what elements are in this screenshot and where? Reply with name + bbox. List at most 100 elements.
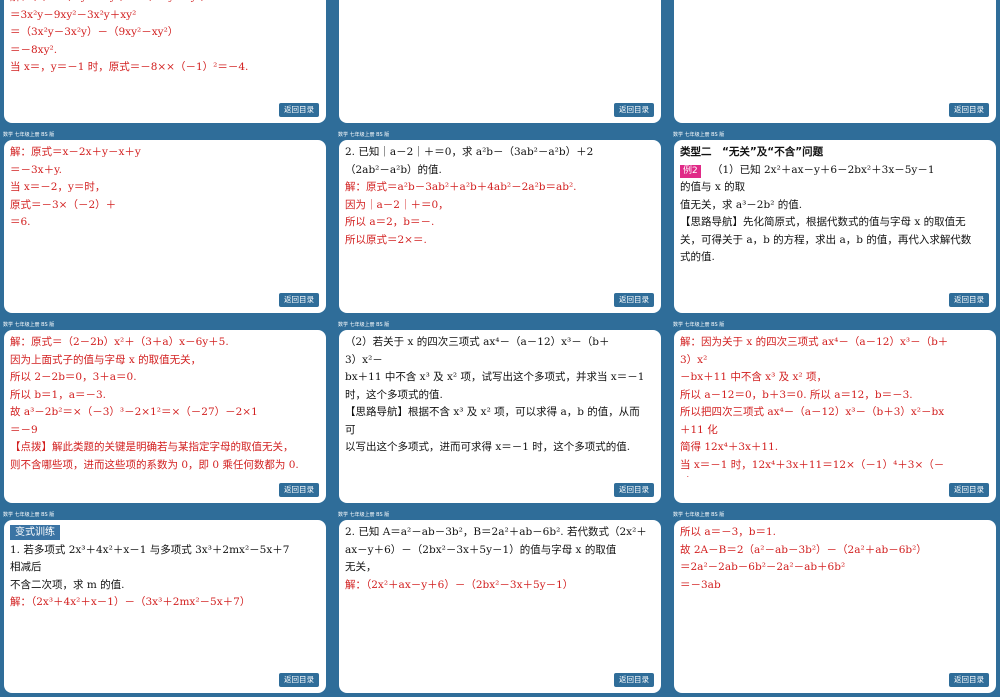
text-line: 例2 （1）已知 2x²＋ax－y＋6－2bx²＋3x－5y－1: [680, 162, 992, 180]
text-line: 3）x²－: [345, 353, 383, 366]
back-to-contents-button[interactable]: 返回目录: [614, 673, 654, 687]
text-line: 所以 b＝1，a＝－3.: [10, 388, 107, 401]
slide-card: 2. 已知｜a－2｜＋＝0，求 a²b－（3ab²－a²b）＋2 （2ab²－a²…: [339, 140, 661, 313]
text-line: ＋11 化: [680, 423, 718, 436]
slide-content: 解：原式＝（2－2b）x²＋（3＋a）x－6y＋5. 因为上面式子的值与字母 x …: [10, 334, 322, 477]
slide-header: 数学 七年级上册 BS 版: [0, 510, 330, 520]
text-line: 变式训练: [10, 524, 322, 542]
slide-card: 所以 a＝－3，b＝1. 故 2A－B＝2（a²－ab－3b²）－（2a²＋ab－…: [674, 520, 996, 693]
text-line: 的值与 x 的取: [680, 181, 746, 193]
text-line: 解：原式＝a²b－3ab²＋a²b＋4ab²－2a²b＝ab².: [345, 181, 577, 193]
slide-card: －2，y＝. 返回目录: [674, 0, 996, 123]
slide-content: 【思路导航】去括号，找出同类项，合并同类项，再代入数据求值即可.解：（2）3（x…: [10, 0, 322, 97]
text-line: 则不含哪些项，进而这些项的系数为 0，即 0 乘任何数都为 0.: [10, 458, 299, 471]
text-line: 解：原式＝（2－2b）x²＋（3＋a）x－6y＋5.: [10, 336, 229, 348]
text-line: ＝－9: [10, 423, 38, 436]
text-line: ＝3x²y－9xy²－3x²y＋xy²: [10, 8, 137, 21]
slide-content: －2，y＝.: [680, 0, 992, 97]
text-line: 解：原式＝x－2x＋y－x＋y: [10, 146, 141, 158]
text-line: ＝－8xy².: [10, 43, 58, 56]
text-line: 原式＝－3×（－2）＋: [10, 198, 117, 211]
text-line: 1. 若多项式 2x³＋4x²＋x－1 与多项式 3x³＋2mx²－5x＋7: [10, 543, 290, 556]
slide-content: （2）若关于 x 的四次三项式 ax⁴－（a－12）x³－（b＋ 3）x²－ bx＋…: [345, 334, 657, 477]
slide-card: 【思路导航】去括号，找出同类项，合并同类项，再代入数据求值即可.解：（2）3（x…: [4, 0, 326, 123]
slide-thumbnail[interactable]: 数学 七年级上册 BS 版所以 a＝－3，b＝1. 故 2A－B＝2（a²－ab－…: [670, 510, 1000, 697]
slide-content: 解：原式＝x－2x＋y－x＋y ＝－3x＋y. 当 x＝－2，y＝时， 原式＝－3×（…: [10, 144, 322, 287]
slide-content: 解：因为关于 x 的四次三项式 ax⁴－（a－12）x³－（b＋ 3）x² －bx＋…: [680, 334, 992, 477]
back-to-contents-button[interactable]: 返回目录: [279, 483, 319, 497]
text-line: 当 x＝－1 时，12x⁴＋3x＋11＝12×（－1）⁴＋3×（－: [680, 458, 945, 471]
slide-thumbnail[interactable]: 数学 七年级上册 BS 版 （2）若关于 x 的四次三项式 ax⁴－（a－12）x…: [335, 320, 665, 507]
slide-card: 解：原式＝（2－2b）x²＋（3＋a）x－6y＋5. 因为上面式子的值与字母 x …: [4, 330, 326, 503]
text-line: 当 x＝－2，y＝时，: [10, 181, 106, 193]
slide-header: 数学 七年级上册 BS 版: [670, 510, 1000, 520]
slide-card: 要变号；括号前的系数要乘遍括号里的每一项；合并同类项时把系数相加减，字母和字母的…: [339, 0, 661, 123]
slide-thumbnail[interactable]: 数学 七年级上册 BS 版－2，y＝.返回目录: [670, 0, 1000, 127]
text-line: 所以 a＝－3，b＝1.: [680, 526, 777, 538]
slide-content: 2. 已知 A＝a²－ab－3b²，B＝2a²＋ab－6b². 若代数式（2x²…: [345, 524, 657, 667]
slide-header: 数学 七年级上册 BS 版: [670, 130, 1000, 140]
slide-card: 解：因为关于 x 的四次三项式 ax⁴－（a－12）x³－（b＋ 3）x² －bx＋…: [674, 330, 996, 503]
slide-header: 数学 七年级上册 BS 版: [335, 510, 665, 520]
slide-thumbnail[interactable]: 数学 七年级上册 BS 版解：原式＝（2－2b）x²＋（3＋a）x－6y＋5. 因…: [0, 320, 330, 507]
slide-content: 要变号；括号前的系数要乘遍括号里的每一项；合并同类项时把系数相加减，字母和字母的…: [345, 0, 657, 97]
slide-thumbnail[interactable]: 数学 七年级上册 BS 版变式训练 1. 若多项式 2x³＋4x²＋x－1 与多项…: [0, 510, 330, 697]
text-line: 故 2A－B＝2（a²－ab－3b²）－（2a²＋ab－6b²）: [680, 543, 927, 556]
text-line: 以写出这个多项式，进而可求得 x＝－1 时，这个多项式的值.: [345, 441, 631, 453]
back-to-contents-button[interactable]: 返回目录: [279, 103, 319, 117]
section-tag: 变式训练: [10, 525, 60, 540]
text-line: 2. 已知 A＝a²－ab－3b²，B＝2a²＋ab－6b². 若代数式（2x²…: [345, 526, 647, 538]
text-line: ＝－3ab: [680, 578, 721, 591]
text-line: （2ab²－a²b）的值.: [345, 163, 442, 176]
text-line: 3）x²: [680, 353, 708, 366]
text-line: 简得 12x⁴＋3x＋11.: [680, 441, 779, 453]
text-line: －bx＋11 中不含 x³ 及 x² 项，: [680, 371, 827, 383]
text-line: 所以把四次三项式 ax⁴－（a－12）x³－（b＋3）x²－bx: [680, 406, 945, 418]
back-to-contents-button[interactable]: 返回目录: [279, 293, 319, 307]
text-line: 当 x＝，y＝－1 时，原式＝－8××（－1）²＝－4.: [10, 61, 249, 73]
text-line: 值无关，求 a³－2b² 的值.: [680, 198, 803, 211]
text-line: 时，这个多项式的值.: [345, 388, 443, 401]
back-to-contents-button[interactable]: 返回目录: [949, 483, 989, 497]
slide-card: 变式训练 1. 若多项式 2x³＋4x²＋x－1 与多项式 3x³＋2mx²－5x…: [4, 520, 326, 693]
back-to-contents-button[interactable]: 返回目录: [614, 483, 654, 497]
text-line: 所以 a＝2，b＝－.: [345, 216, 435, 228]
text-line: 关，可得关于 a，b 的方程，求出 a，b 的值，再代入求解代数: [680, 233, 972, 246]
text-line: ＝（3x²y－3x²y）－（9xy²－xy²）: [10, 26, 179, 38]
text-line: 可: [345, 423, 356, 436]
slide-thumbnail[interactable]: 数学 七年级上册 BS 版要变号；括号前的系数要乘遍括号里的每一项；合并同类项时…: [335, 0, 665, 127]
text-line: 解：因为关于 x 的四次三项式 ax⁴－（a－12）x³－（b＋: [680, 336, 949, 348]
slide-header: 数学 七年级上册 BS 版: [0, 130, 330, 140]
slide-thumbnail[interactable]: 数学 七年级上册 BS 版类型二 “无关”及“不含”问题例2 （1）已知 2x²…: [670, 130, 1000, 317]
slide-card: 类型二 “无关”及“不含”问题例2 （1）已知 2x²＋ax－y＋6－2bx²＋…: [674, 140, 996, 313]
slide-thumbnail[interactable]: 数学 七年级上册 BS 版 2. 已知 A＝a²－ab－3b²，B＝2a²＋ab－…: [335, 510, 665, 697]
back-to-contents-button[interactable]: 返回目录: [949, 673, 989, 687]
back-to-contents-button[interactable]: 返回目录: [279, 673, 319, 687]
text-line: 无关，: [345, 561, 377, 573]
text-line: 【思路导航】根据不含 x³ 及 x² 项，可以求得 a，b 的值，从而: [345, 406, 640, 418]
slide-thumbnail[interactable]: 数学 七年级上册 BS 版【思路导航】去括号，找出同类项，合并同类项，再代入数据…: [0, 0, 330, 127]
text-line: ax－y＋6）－（2bx²－3x＋5y－1）的值与字母 x 的取值: [345, 543, 617, 556]
text-line: bx＋11 中不含 x³ 及 x² 项，试写出这个多项式，并求当 x＝－1: [345, 371, 645, 383]
back-to-contents-button[interactable]: 返回目录: [949, 103, 989, 117]
slide-thumbnail[interactable]: 数学 七年级上册 BS 版解：原式＝x－2x＋y－x＋y ＝－3x＋y. 当 x＝－…: [0, 130, 330, 317]
slide-thumbnail[interactable]: 数学 七年级上册 BS 版解：因为关于 x 的四次三项式 ax⁴－（a－12）x…: [670, 320, 1000, 507]
slide-header: 数学 七年级上册 BS 版: [335, 130, 665, 140]
slide-header: 数学 七年级上册 BS 版: [670, 320, 1000, 330]
text-line: 所以原式＝2×＝.: [345, 233, 427, 246]
slide-header: 数学 七年级上册 BS 版: [335, 320, 665, 330]
text-line: ＝2a²－2ab－6b²－2a²－ab＋6b²: [680, 561, 846, 573]
text-line: 相减后: [10, 561, 42, 573]
slide-card: 2. 已知 A＝a²－ab－3b²，B＝2a²＋ab－6b². 若代数式（2x²…: [339, 520, 661, 693]
text-line: 【点拨】解此类题的关键是明确若与某指定字母的取值无关，: [10, 441, 294, 453]
back-to-contents-button[interactable]: 返回目录: [949, 293, 989, 307]
text-line: 故 a³－2b²＝×（－3）³－2×1²＝×（－27）－2×1: [10, 406, 258, 418]
text-line: 类型二 “无关”及“不含”问题: [680, 146, 824, 158]
back-to-contents-button[interactable]: 返回目录: [614, 293, 654, 307]
example-tag: 例2: [680, 164, 701, 178]
text-line: ＝－3x＋y.: [10, 163, 62, 176]
slide-thumbnail[interactable]: 数学 七年级上册 BS 版 2. 已知｜a－2｜＋＝0，求 a²b－（3ab²－a…: [335, 130, 665, 317]
text-line: 解：（2x²＋ax－y＋6）－（2bx²－3x＋5y－1）: [345, 578, 574, 591]
text-line: 【思路导航】先化简原式，根据代数式的值与字母 x 的取值无: [680, 216, 966, 228]
back-to-contents-button[interactable]: 返回目录: [614, 103, 654, 117]
